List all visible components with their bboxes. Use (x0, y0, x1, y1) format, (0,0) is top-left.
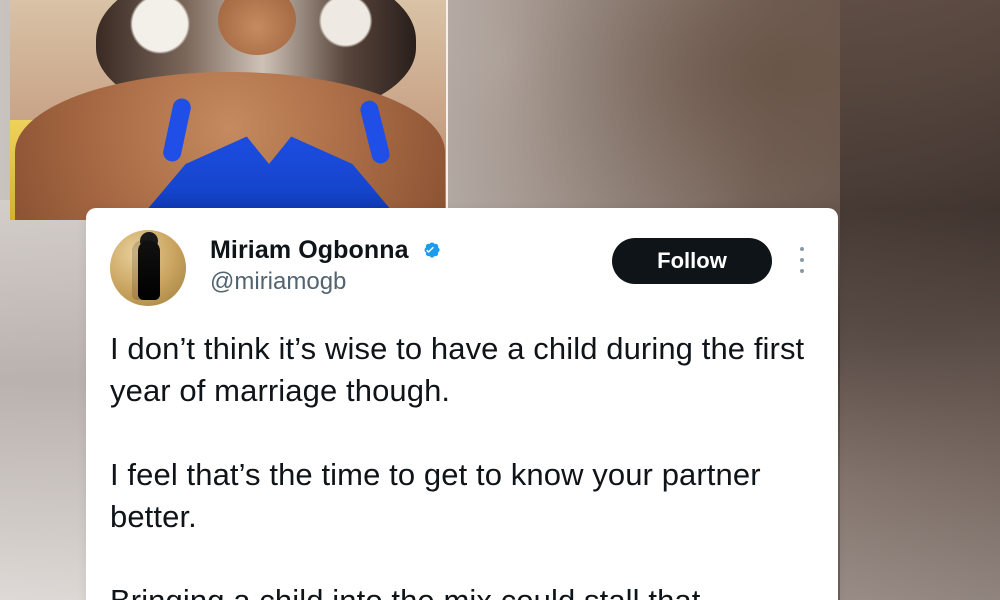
user-handle[interactable]: @miriamogb (210, 268, 630, 296)
more-icon-dot-3 (800, 269, 804, 273)
more-vertical-icon (800, 247, 804, 273)
more-icon-dot-2 (800, 258, 804, 262)
verified-badge-icon-svg (424, 242, 440, 258)
display-name-row: Miriam Ogbonna (210, 234, 630, 266)
more-options-button[interactable] (788, 240, 816, 280)
tweet-paragraph-3: Bringing a child into the mix could stal… (110, 580, 814, 600)
background-blur-right (840, 0, 1000, 600)
author-block: Miriam Ogbonna @miriamogb (210, 234, 630, 298)
verified-badge-icon (419, 239, 441, 261)
tweet-clip: Miriam Ogbonna @miriamogb Follow I don’t… (86, 208, 838, 600)
tweet-paragraph-2: I feel that’s the time to get to know yo… (110, 457, 761, 534)
tweet-text: I don’t think it’s wise to have a child … (110, 328, 814, 600)
page-canvas: Miriam Ogbonna @miriamogb Follow I don’t… (0, 0, 1000, 600)
avatar-figure-body (138, 240, 160, 300)
more-icon-dot-1 (800, 247, 804, 251)
follow-button[interactable]: Follow (612, 238, 772, 284)
verified-badge-shape (424, 242, 440, 258)
display-name[interactable]: Miriam Ogbonna (210, 236, 409, 265)
background-blur-left (0, 200, 95, 600)
tweet-content: Miriam Ogbonna @miriamogb Follow I don’t… (110, 230, 814, 600)
avatar[interactable] (110, 230, 186, 306)
tweet-card: Miriam Ogbonna @miriamogb Follow I don’t… (86, 208, 838, 600)
tweet-paragraph-1: I don’t think it’s wise to have a child … (110, 331, 805, 408)
photo-inset (10, 0, 448, 220)
